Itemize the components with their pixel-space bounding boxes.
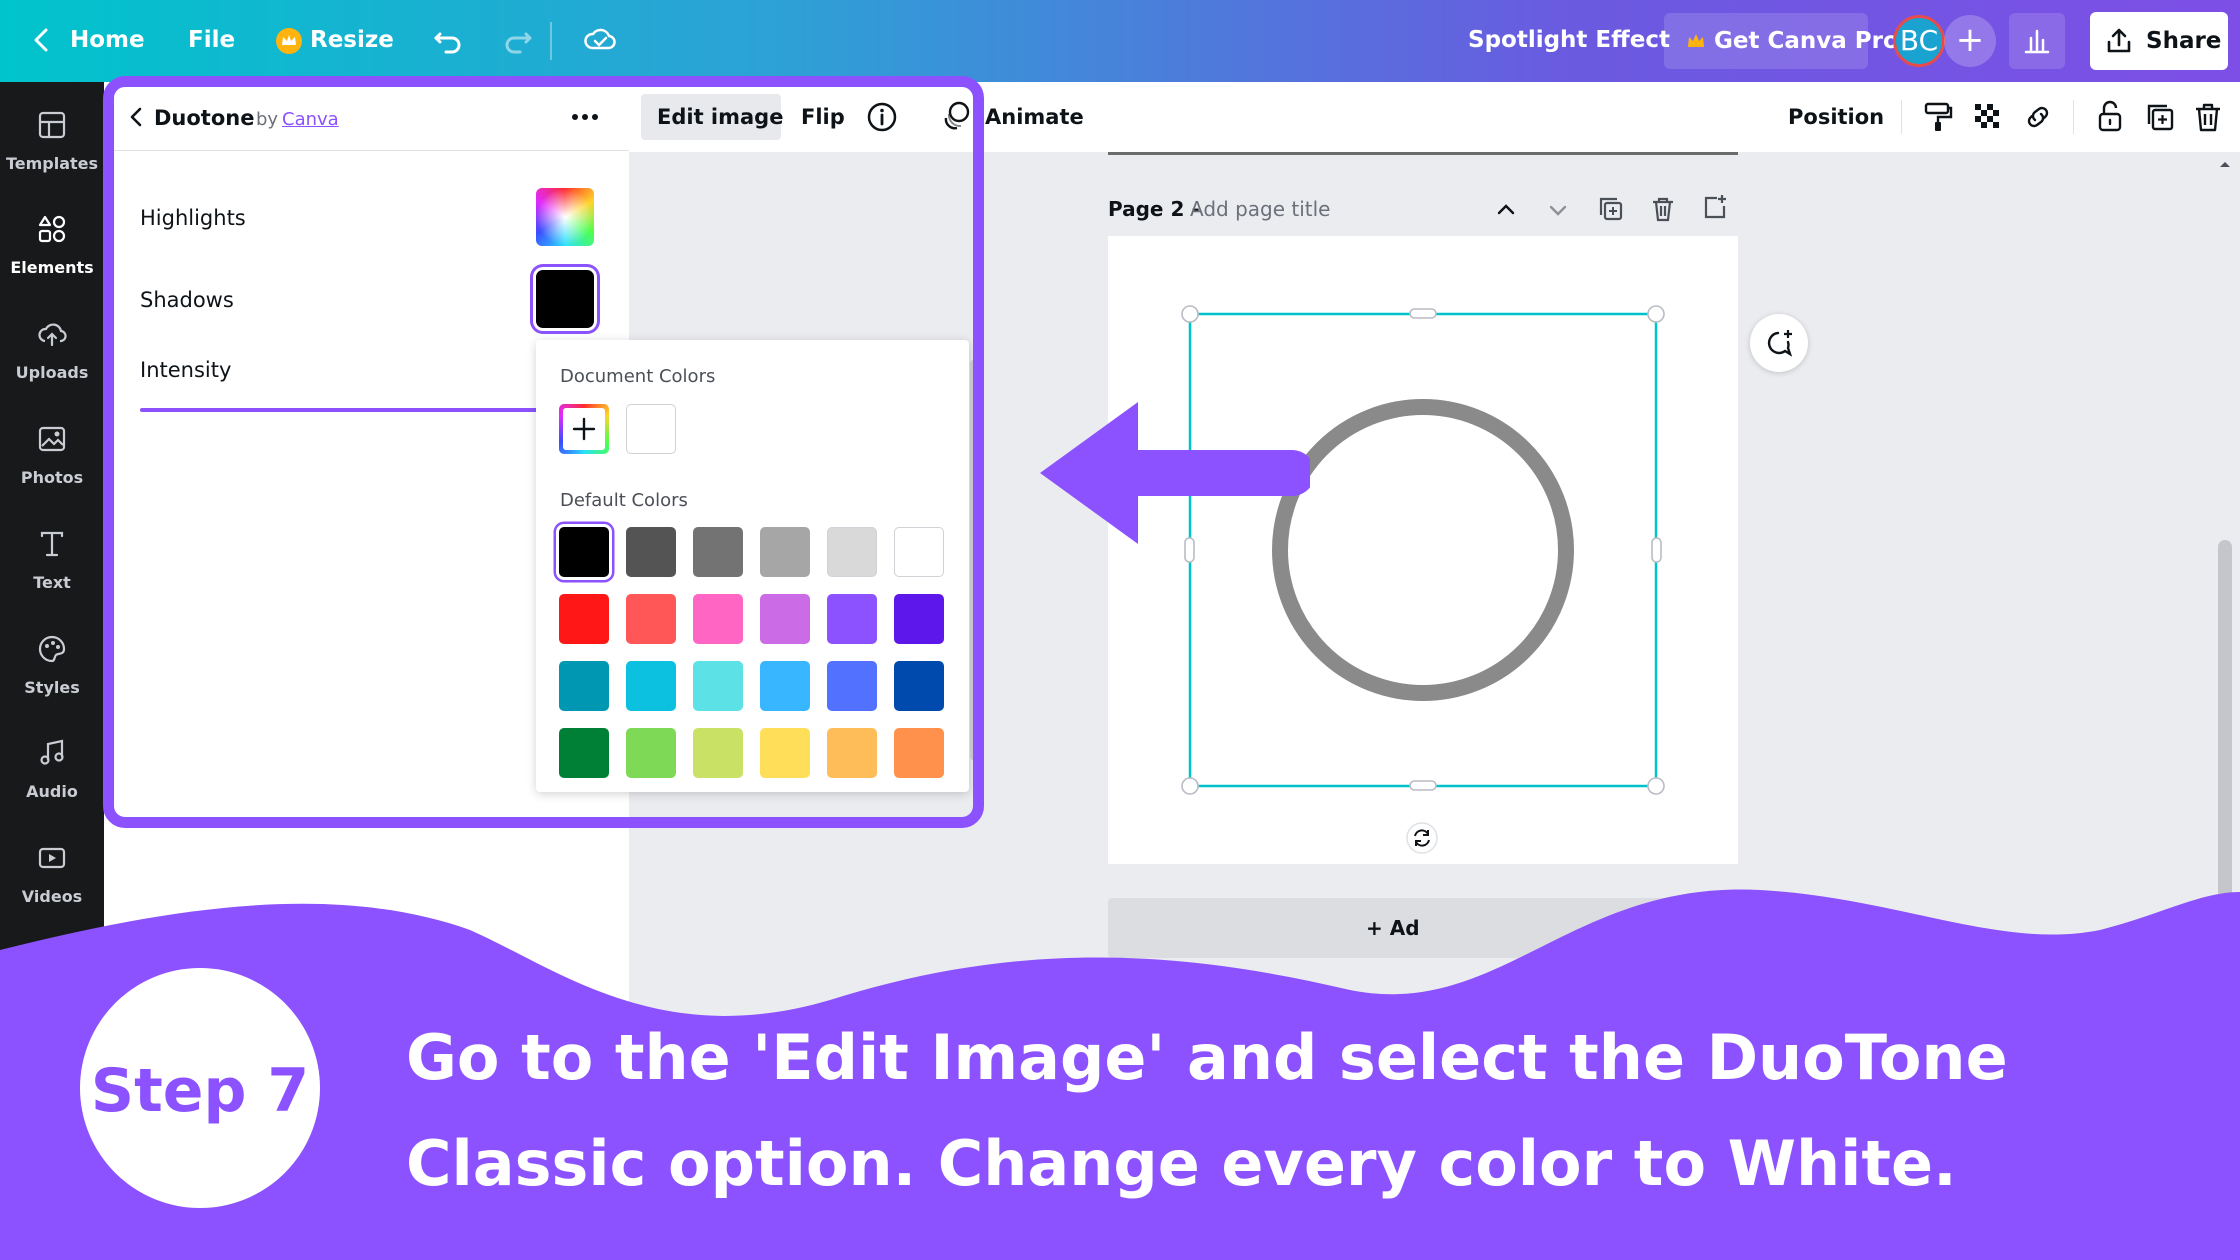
sidebar-label: Templates (5, 154, 99, 173)
scroll-up-icon[interactable] (2216, 158, 2234, 170)
chevron-left-icon[interactable] (24, 22, 60, 58)
page-label: Page 2 - (1108, 197, 1200, 221)
text-icon (40, 531, 64, 557)
transparency-icon[interactable] (1971, 100, 2005, 134)
sidebar-label: Styles (24, 678, 80, 697)
home-button[interactable]: Home (70, 27, 145, 53)
add-page-icon[interactable] (1700, 192, 1730, 222)
sidebar-item-elements[interactable]: Elements (0, 200, 104, 290)
photos-icon (38, 426, 66, 452)
sidebar-item-templates[interactable]: Templates (0, 96, 104, 186)
undo-icon[interactable] (430, 22, 466, 58)
sidebar-item-audio[interactable]: Audio (0, 724, 104, 814)
divider (550, 22, 552, 60)
templates-icon (38, 111, 66, 139)
share-label: Share (2146, 28, 2222, 54)
lock-icon[interactable] (2093, 98, 2127, 134)
design-page[interactable] (1108, 236, 1738, 864)
document-title[interactable]: Spotlight Effect (1468, 27, 1670, 53)
chevron-down-icon[interactable] (1544, 196, 1572, 224)
sidebar-label: Photos (20, 468, 84, 487)
animate-button[interactable]: Animate (985, 105, 1084, 129)
highlight-frame (103, 76, 984, 828)
top-bar: Home File Resize Spotlight Effect Get Ca… (0, 0, 2240, 82)
audio-icon (40, 739, 64, 765)
position-button[interactable]: Position (1788, 105, 1884, 129)
videos-icon (38, 847, 66, 869)
duplicate-page-icon[interactable] (1596, 194, 1626, 224)
cloud-saved-icon[interactable] (582, 22, 618, 58)
bar-chart-icon (2024, 29, 2050, 54)
trash-icon[interactable] (2191, 100, 2225, 134)
divider (1901, 100, 1902, 134)
step-badge: Step 7 (80, 968, 320, 1208)
get-canva-pro-label: Get Canva Pro (1714, 28, 1899, 54)
sidebar-label: Uploads (15, 363, 89, 382)
upload-share-icon (2107, 28, 2131, 53)
share-button[interactable]: Share (2090, 12, 2228, 70)
instruction-line-2: Classic option. Change every color to Wh… (406, 1127, 1957, 1200)
resize-button[interactable]: Resize (310, 27, 394, 53)
sidebar-label: Elements (10, 258, 94, 277)
styles-icon (38, 635, 66, 663)
paint-format-icon[interactable] (1921, 100, 1955, 134)
rotate-handle-icon[interactable] (1405, 821, 1439, 855)
comment-add-icon (1767, 330, 1793, 357)
sidebar-label: Text (33, 573, 71, 592)
step-number: Step 7 (90, 1056, 310, 1126)
previous-page-edge (1108, 110, 1738, 155)
crown-icon (1688, 34, 1704, 47)
duplicate-icon[interactable] (2143, 100, 2177, 134)
insights-button[interactable] (2009, 13, 2065, 69)
crown-icon (276, 28, 302, 54)
sidebar-item-styles[interactable]: Styles (0, 620, 104, 710)
elements-icon (38, 215, 66, 243)
add-comment-button[interactable] (1750, 314, 1808, 372)
sidebar-item-text[interactable]: Text (0, 515, 104, 605)
sidebar-item-photos[interactable]: Photos (0, 410, 104, 500)
redo-icon[interactable] (500, 22, 536, 58)
delete-page-icon[interactable] (1648, 194, 1678, 224)
pointer-arrow-icon (1040, 402, 1310, 544)
divider (2073, 100, 2074, 134)
get-canva-pro-button[interactable]: Get Canva Pro (1664, 13, 1899, 69)
sidebar-item-uploads[interactable]: Uploads (0, 305, 104, 395)
scrollbar[interactable] (2218, 540, 2232, 900)
selected-image[interactable] (1108, 236, 1738, 864)
uploads-icon (38, 323, 67, 347)
instruction-line-1: Go to the 'Edit Image' and select the Du… (406, 1021, 2008, 1094)
add-member-button[interactable]: + (1944, 15, 1996, 67)
avatar[interactable]: BC (1893, 15, 1945, 67)
file-menu[interactable]: File (188, 27, 235, 53)
chevron-up-icon[interactable] (1492, 196, 1520, 224)
link-icon[interactable] (2021, 100, 2055, 134)
sidebar-label: Audio (26, 782, 78, 801)
page-title-input[interactable]: Add page title (1190, 197, 1331, 221)
